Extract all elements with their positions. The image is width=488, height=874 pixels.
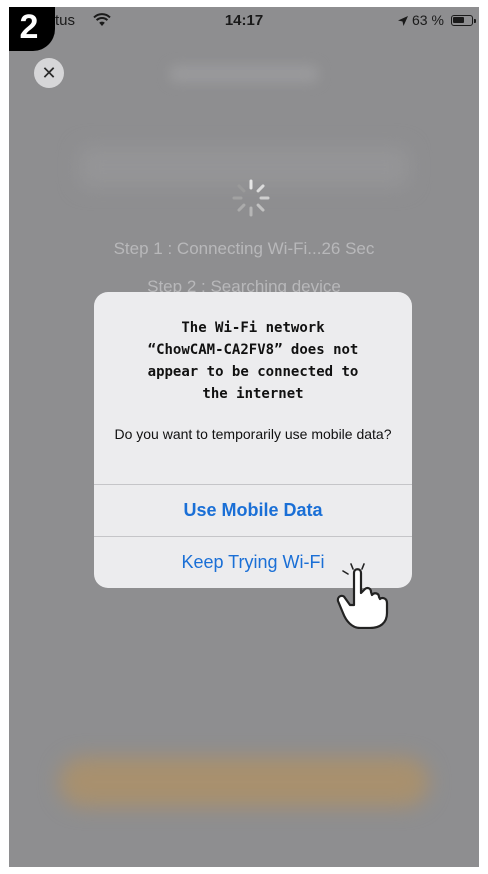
blurred-header	[169, 65, 319, 83]
close-button[interactable]: ✕	[34, 58, 64, 88]
tap-hand-icon	[336, 563, 389, 629]
blurred-footer-button	[59, 757, 429, 807]
battery-icon	[451, 15, 476, 26]
status-bar: Optus 14:17 63 %	[9, 7, 479, 35]
loading-spinner-icon	[232, 179, 270, 217]
location-icon	[398, 16, 408, 26]
alert-message: Do you want to temporarily use mobile da…	[114, 426, 392, 442]
close-icon: ✕	[41, 63, 57, 83]
step-1-status: Step 1 : Connecting Wi-Fi...26 Sec	[113, 239, 375, 258]
battery-percentage: 63 %	[412, 12, 444, 28]
alert-dialog: The Wi-Fi network “ChowCAM-CA2FV8” does …	[94, 292, 412, 588]
app-screen: Optus 14:17 63 % 2 ✕ Step 1 : Connecting…	[9, 7, 479, 867]
alert-title: The Wi-Fi network “ChowCAM-CA2FV8” does …	[147, 320, 359, 402]
step-badge: 2	[9, 7, 55, 51]
use-mobile-data-button[interactable]: Use Mobile Data	[94, 485, 412, 536]
